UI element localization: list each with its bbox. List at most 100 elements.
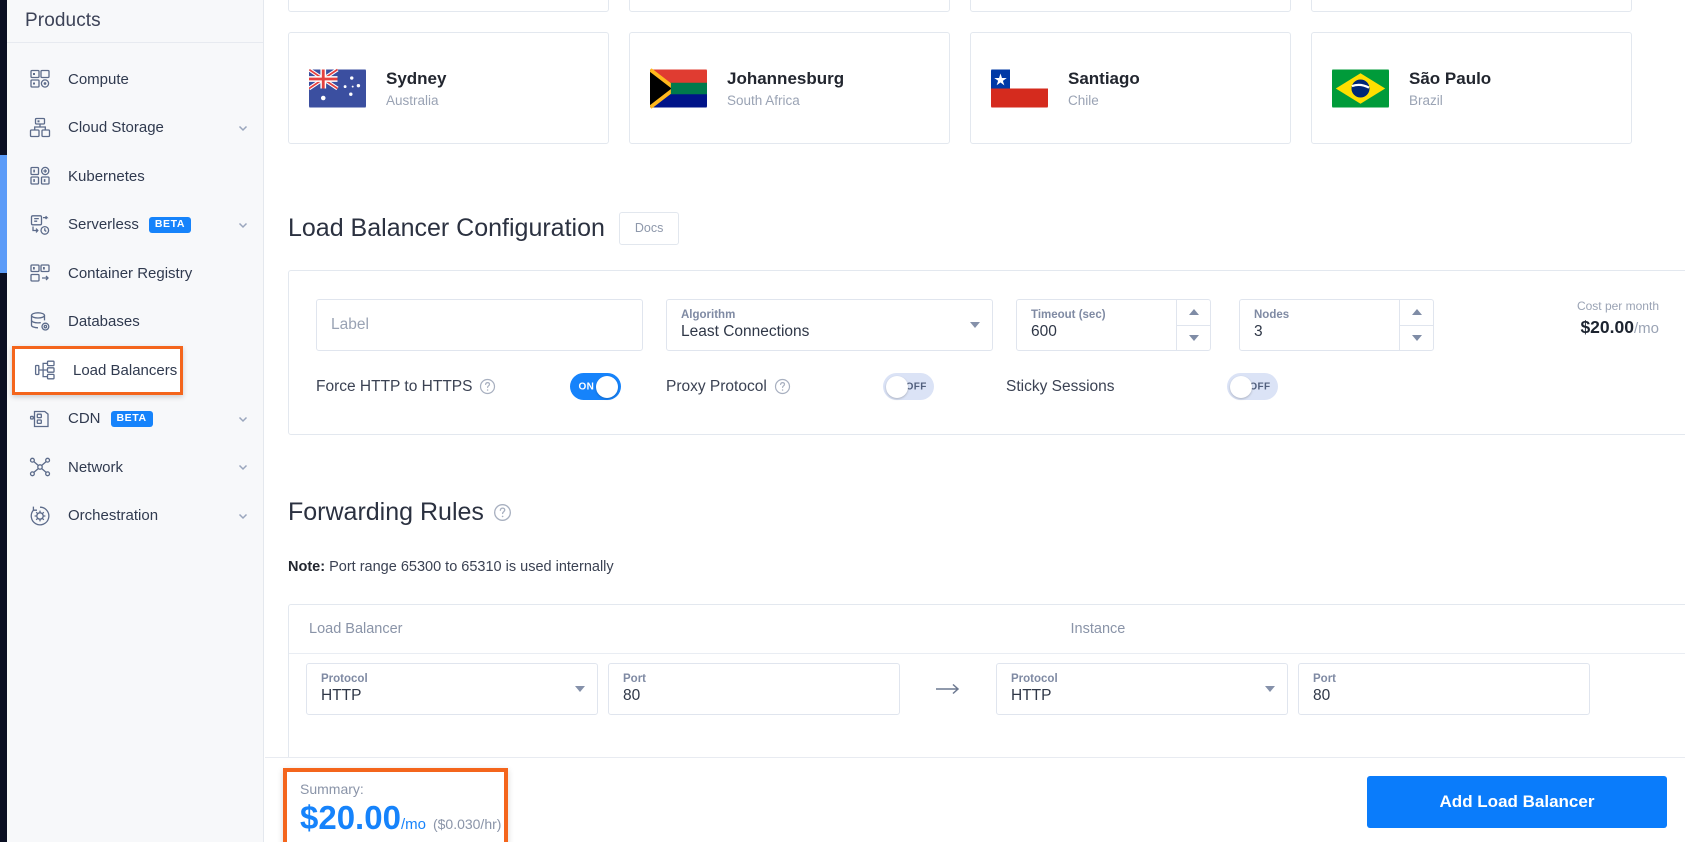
chevron-down-icon[interactable]	[575, 686, 585, 692]
help-icon[interactable]	[774, 378, 791, 395]
help-icon[interactable]	[479, 378, 496, 395]
sidebar-item-load-balancers[interactable]: Load Balancers	[12, 346, 183, 395]
main-content: Sydney Australia Johannesburg South Afri…	[265, 0, 1685, 842]
proxy-protocol-switch[interactable]: OFF	[882, 373, 934, 400]
help-icon[interactable]	[493, 503, 512, 522]
sidebar-item-container-registry[interactable]: Container Registry	[7, 249, 263, 298]
timeout-label: Timeout (sec)	[1031, 308, 1106, 321]
sidebar-item-label: Databases	[68, 313, 140, 331]
container-registry-icon	[27, 260, 53, 286]
instance-port-input[interactable]: Port 80	[1298, 663, 1590, 715]
load-balancer-icon	[32, 357, 58, 383]
load-balancer-config-panel: Label Algorithm Least Connections Timeou…	[288, 270, 1685, 435]
sidebar-item-network[interactable]: Network	[7, 443, 263, 492]
summary-price-amount: $20.00	[300, 799, 401, 836]
sidebar-item-compute[interactable]: Compute	[7, 55, 263, 104]
timeout-stepper[interactable]: Timeout (sec) 600	[1016, 299, 1211, 351]
sidebar-item-label: Container Registry	[68, 264, 193, 282]
proxy-protocol-toggle-group: Proxy Protocol OFF	[666, 373, 934, 400]
region-row: Sydney Australia Johannesburg South Afri…	[288, 32, 1685, 144]
cost-per-month-label: Cost per month	[1576, 299, 1659, 313]
region-card[interactable]	[1311, 0, 1632, 12]
sidebar-item-cloud-storage[interactable]: Cloud Storage	[7, 104, 263, 153]
sidebar-item-kubernetes[interactable]: Kubernetes	[7, 152, 263, 201]
nodes-stepper-controls	[1399, 300, 1433, 350]
timeout-increment-button[interactable]	[1177, 300, 1210, 325]
cost-amount-value: $20.00	[1580, 317, 1634, 337]
algorithm-value: Least Connections	[681, 323, 810, 341]
forwarding-rules-header: Load Balancer Instance	[289, 605, 1685, 654]
chevron-down-icon[interactable]	[237, 122, 249, 134]
sidebar-item-orchestration[interactable]: Orchestration	[7, 492, 263, 541]
lb-protocol-value: HTTP	[321, 687, 362, 705]
region-card-sydney[interactable]: Sydney Australia	[288, 32, 609, 144]
switch-knob	[1229, 375, 1252, 398]
chevron-down-icon[interactable]	[237, 413, 249, 425]
forwarding-rules-panel: Load Balancer Instance Protocol HTTP Por…	[288, 604, 1685, 764]
force-https-switch[interactable]: ON	[570, 373, 622, 400]
sidebar-item-databases[interactable]: Databases	[7, 298, 263, 347]
nodes-value: 3	[1254, 323, 1263, 341]
note-text: Port range 65300 to 65310 is used intern…	[325, 559, 614, 575]
sticky-sessions-toggle-group: Sticky Sessions OFF	[1006, 373, 1278, 400]
docs-button[interactable]: Docs	[618, 212, 680, 245]
timeout-decrement-button[interactable]	[1177, 324, 1210, 351]
summary-label: Summary:	[300, 781, 364, 797]
chevron-down-icon[interactable]	[237, 219, 249, 231]
sidebar-header: Products	[7, 0, 263, 43]
region-card[interactable]	[970, 0, 1291, 12]
load-balancer-config-heading: Load Balancer Configuration Docs	[288, 212, 680, 245]
region-text: Sydney Australia	[386, 68, 446, 109]
lb-port-value: 80	[623, 687, 641, 705]
timeout-value: 600	[1031, 323, 1057, 341]
sidebar-item-label: Cloud Storage	[68, 119, 164, 137]
chevron-down-icon[interactable]	[970, 322, 980, 328]
switch-state-text: OFF	[905, 381, 927, 392]
orchestration-icon	[27, 503, 53, 529]
sticky-sessions-label: Sticky Sessions	[1006, 378, 1115, 396]
switch-knob	[596, 375, 619, 398]
add-load-balancer-button[interactable]: Add Load Balancer	[1367, 776, 1667, 828]
region-country: South Africa	[727, 93, 800, 109]
nodes-increment-button[interactable]	[1400, 300, 1433, 325]
region-text: Johannesburg South Africa	[727, 68, 844, 109]
cl-flag-icon	[991, 68, 1048, 109]
lb-protocol-select[interactable]: Protocol HTTP	[306, 663, 598, 715]
serverless-icon	[27, 212, 53, 238]
cost-per-month: Cost per month $20.00/mo	[1469, 299, 1659, 338]
region-card[interactable]	[629, 0, 950, 12]
summary-box: Summary: $20.00/mo ($0.030/hr)	[283, 768, 508, 842]
sidebar-item-label: CDN	[68, 410, 101, 428]
switch-state-text: ON	[578, 381, 595, 392]
cost-per-month-amount: $20.00/mo	[1469, 317, 1659, 338]
nodes-stepper[interactable]: Nodes 3	[1239, 299, 1434, 351]
region-city: São Paulo	[1409, 68, 1492, 88]
lb-protocol-label: Protocol	[321, 672, 368, 685]
region-card-santiago[interactable]: Santiago Chile	[970, 32, 1291, 144]
chevron-down-icon[interactable]	[1265, 686, 1275, 692]
algorithm-select[interactable]: Algorithm Least Connections	[666, 299, 993, 351]
sidebar-item-cdn[interactable]: CDN BETA	[7, 395, 263, 444]
region-city: Johannesburg	[727, 68, 845, 88]
br-flag-icon	[1332, 68, 1389, 109]
region-card[interactable]	[288, 0, 609, 12]
products-sidebar: Products Compute Cloud Storage Kubernete…	[7, 0, 264, 842]
lb-port-input[interactable]: Port 80	[608, 663, 900, 715]
sidebar-item-label: Serverless	[68, 216, 139, 234]
summary-price-hourly: ($0.030/hr)	[432, 816, 502, 832]
chevron-down-icon[interactable]	[237, 510, 249, 522]
instance-protocol-select[interactable]: Protocol HTTP	[996, 663, 1288, 715]
cdn-icon	[27, 406, 53, 432]
sidebar-item-serverless[interactable]: Serverless BETA	[7, 201, 263, 250]
au-flag-icon	[309, 67, 366, 109]
forwarding-rule-row: Protocol HTTP Port 80 Protocol HTTP Port…	[289, 663, 1685, 715]
region-card-johannesburg[interactable]: Johannesburg South Africa	[629, 32, 950, 144]
region-card-sao-paulo[interactable]: São Paulo Brazil	[1311, 32, 1632, 144]
sidebar-title: Products	[25, 10, 101, 31]
label-input[interactable]: Label	[316, 299, 643, 351]
page-scrollbar-thumb[interactable]	[0, 155, 7, 273]
chevron-down-icon[interactable]	[237, 461, 249, 473]
nodes-decrement-button[interactable]	[1400, 324, 1433, 351]
sticky-sessions-switch[interactable]: OFF	[1226, 373, 1278, 400]
summary-price-unit: /mo	[400, 816, 426, 833]
